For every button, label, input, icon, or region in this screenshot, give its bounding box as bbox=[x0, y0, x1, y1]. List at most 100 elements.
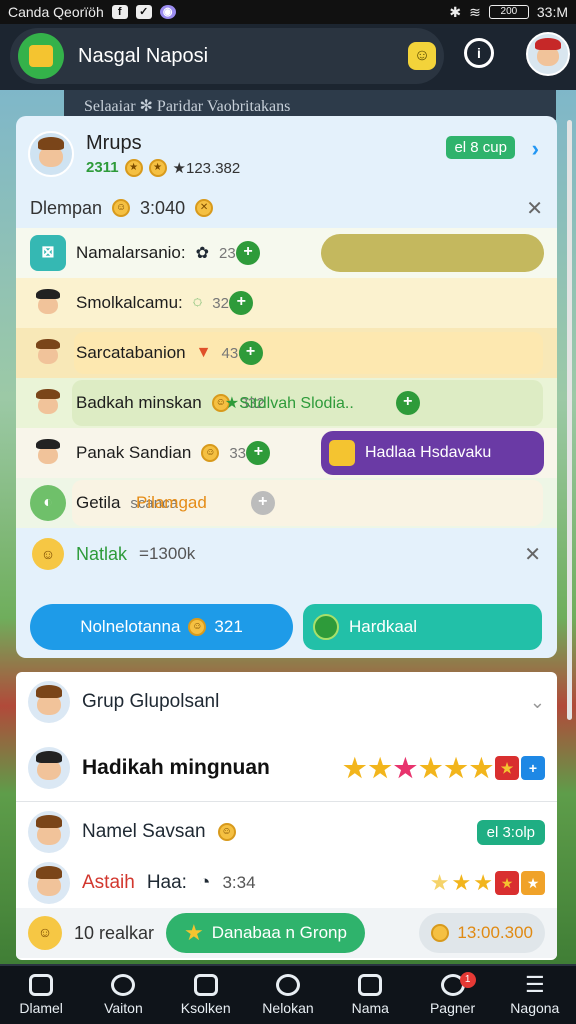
avatar bbox=[30, 435, 66, 471]
section-value: 3:040 bbox=[140, 197, 186, 218]
app-header: Nasgal Naposi ☺ bbox=[10, 28, 444, 84]
group-title: Grup Glupolsanl bbox=[82, 691, 220, 712]
nav-item-search[interactable]: Nelokan bbox=[247, 966, 329, 1024]
primary-button[interactable]: Nolnelotanna ☺ 321 bbox=[30, 604, 293, 650]
badge-icon: ★ bbox=[521, 871, 545, 895]
rating-title: Hadikah mingnuan bbox=[82, 755, 270, 779]
coin-icon: ☺ bbox=[188, 618, 207, 636]
nav-label: Nagona bbox=[510, 1000, 560, 1016]
add-button[interactable]: + bbox=[238, 341, 263, 365]
globe-icon bbox=[313, 614, 339, 640]
avatar bbox=[30, 285, 66, 321]
menu-icon: ☰ bbox=[524, 972, 545, 997]
nav-item-profile[interactable]: 1 Pagner bbox=[411, 966, 493, 1024]
primary-button-label: Nolnelotanna bbox=[80, 617, 181, 636]
gift-icon bbox=[329, 440, 355, 466]
refresh-icon: ◌ bbox=[192, 294, 203, 311]
add-button[interactable]: + bbox=[250, 491, 275, 515]
wifi-icon: ≋ bbox=[469, 3, 481, 20]
reward-button[interactable]: Hadlaa Hsdavaku bbox=[321, 431, 544, 475]
app-icon: ◉ bbox=[159, 5, 176, 19]
star-icon: ★ bbox=[451, 870, 472, 895]
list-item[interactable]: ⊠ Namalarsanio: ✿ 233 + bbox=[16, 228, 557, 278]
photo-icon: ⊠ bbox=[30, 235, 66, 271]
nav-item-house[interactable]: Ksolken bbox=[165, 966, 247, 1024]
news-icon bbox=[358, 974, 383, 996]
add-button[interactable]: + bbox=[229, 291, 254, 315]
cup-badge[interactable]: el 8 cup bbox=[446, 136, 515, 159]
score-pill: 13:00.300 bbox=[419, 913, 545, 953]
home-icon bbox=[29, 974, 54, 996]
row-extra: Pilamgad bbox=[135, 493, 207, 512]
list-item[interactable]: Smolkalcamu: ◌ 323 + bbox=[16, 278, 557, 328]
profile-avatar[interactable] bbox=[526, 32, 570, 76]
nav-item-news[interactable]: Nama bbox=[329, 966, 411, 1024]
list-item[interactable]: Sarcatabanion ▼ 436 + bbox=[16, 328, 557, 378]
avatar bbox=[30, 335, 66, 371]
star-icon: ★ bbox=[393, 752, 418, 783]
bottom-navigation: Dlamel Vaiton Ksolken Nelokan Nama 1 Pag… bbox=[0, 964, 576, 1024]
notice-label: Natlak bbox=[76, 543, 128, 564]
group-row[interactable]: Grup Glupolsanl ⌄ bbox=[16, 678, 557, 726]
scrollbar[interactable] bbox=[567, 120, 572, 720]
info-icon[interactable]: i bbox=[464, 38, 494, 68]
notice-value: =1300k bbox=[139, 544, 196, 563]
avatar bbox=[28, 131, 74, 177]
gift-logo-icon[interactable] bbox=[18, 33, 64, 79]
group-button[interactable]: ★ Danabaa n Gronp bbox=[166, 913, 365, 953]
emoji-icon[interactable]: ☺ bbox=[408, 42, 436, 70]
coin-icon: ☺ bbox=[112, 199, 131, 217]
avatar bbox=[28, 862, 70, 904]
card-footer: ☺ 10 realkar ★ Danabaa n Gronp 13:00.300 bbox=[16, 908, 557, 958]
smile-icon: ☺ bbox=[28, 916, 62, 950]
close-icon[interactable]: ✕ bbox=[524, 542, 541, 567]
alarm-icon bbox=[111, 974, 136, 996]
nav-label: Nama bbox=[351, 1000, 389, 1016]
facebook-icon: f bbox=[111, 5, 128, 19]
star-icon: ★ bbox=[343, 752, 367, 783]
row-label: Sarcatabanion bbox=[76, 343, 186, 362]
level-number: 2311 bbox=[86, 159, 119, 176]
nav-item-alarm[interactable]: Vaiton bbox=[82, 966, 164, 1024]
avatar bbox=[28, 746, 70, 789]
row-label: Badkah minskan bbox=[76, 393, 202, 412]
badge-icon: ★ bbox=[495, 871, 519, 895]
score-value: ★123.382 bbox=[172, 159, 241, 177]
section-header: Dlempan ☺ 3:040 ✕ ✕ bbox=[16, 188, 557, 228]
check-icon: ✓ bbox=[135, 5, 152, 19]
clock: 33:M bbox=[536, 4, 568, 20]
sprout-icon: ✿ bbox=[195, 245, 210, 262]
coin-stack-icon bbox=[431, 924, 450, 942]
member-row[interactable]: Astaih Haa: ◔ 3:34 ★ ★ ★ ★ ★ bbox=[16, 858, 557, 908]
add-button[interactable]: + bbox=[236, 241, 261, 265]
row-label: Smolkalcamu: bbox=[76, 293, 183, 312]
list-item[interactable]: Hadlaa Hsdavaku Panak Sandian ☺ 338 + bbox=[16, 428, 557, 478]
group-name: Mrups bbox=[86, 131, 142, 154]
star-icon: ★ bbox=[469, 752, 493, 783]
secondary-button[interactable]: Hardkaal bbox=[303, 604, 542, 650]
add-button[interactable]: + bbox=[246, 441, 271, 465]
status-bar: Canda Qeorïöh f ✓ ◉ ✱ ≋ 200 33:M bbox=[0, 0, 576, 24]
bluetooth-icon: ✱ bbox=[449, 3, 462, 20]
avatar bbox=[28, 681, 70, 723]
coin-icon: ✕ bbox=[195, 199, 214, 217]
score-value: 13:00.300 bbox=[457, 923, 533, 942]
smile-icon: ☺ bbox=[32, 538, 64, 570]
list-item[interactable]: ◐ Getila scanca Pilamgad + bbox=[16, 478, 557, 528]
secondary-button-label: Hardkaal bbox=[349, 617, 418, 636]
add-icon[interactable]: + bbox=[521, 755, 545, 780]
close-icon[interactable]: ✕ bbox=[526, 196, 543, 221]
cup-badge[interactable]: el 3:olp bbox=[476, 819, 545, 845]
leaf-icon: ◐ bbox=[30, 485, 66, 521]
star-icon: ★ bbox=[473, 870, 493, 895]
chevron-right-icon[interactable]: › bbox=[532, 136, 539, 162]
nav-item-home[interactable]: Dlamel bbox=[0, 966, 82, 1024]
add-button[interactable]: + bbox=[395, 391, 420, 415]
badge-icon: ★ bbox=[495, 755, 519, 780]
member-row[interactable]: Namel Savsan ☺ el 3:olp bbox=[16, 804, 557, 860]
chevron-down-icon[interactable]: ⌄ bbox=[530, 692, 545, 713]
primary-button-value: 321 bbox=[214, 617, 243, 636]
nav-item-menu[interactable]: ☰ Nagona bbox=[494, 966, 576, 1024]
list-item[interactable]: Badkah minskan ☺ 332 ★Sitdlvah Slodia.. … bbox=[16, 378, 557, 428]
member-name: Astaih bbox=[82, 872, 135, 893]
